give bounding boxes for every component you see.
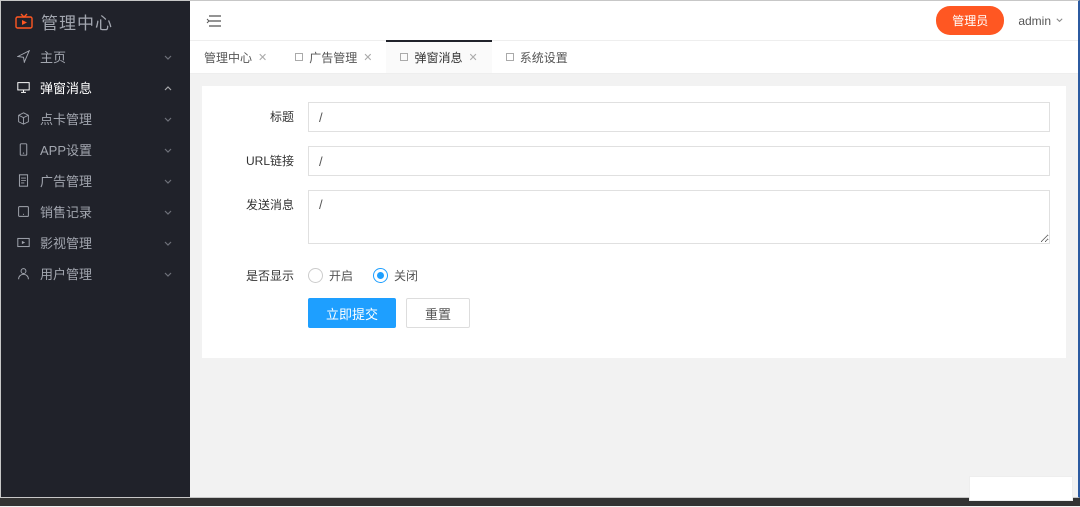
title-input[interactable] [308, 102, 1050, 132]
chevron-down-icon [163, 268, 175, 280]
form-row-url: URL链接 [218, 146, 1050, 176]
sidebar-item-card[interactable]: 点卡管理 [1, 103, 190, 134]
brand-icon [15, 13, 33, 29]
sidebar-item-label: 销售记录 [40, 202, 163, 221]
chevron-down-icon [163, 113, 175, 125]
sidebar-item-video[interactable]: 影视管理 [1, 227, 190, 258]
radio-on[interactable]: 开启 [308, 267, 353, 284]
tabs-bar: 管理中心 ✕ 广告管理 ✕ 弹窗消息 ✕ 系统设置 [190, 41, 1078, 74]
sidebar-collapse-icon[interactable] [204, 11, 224, 31]
show-radio-group: 开启 关闭 [308, 261, 1050, 284]
radio-off-label: 关闭 [394, 267, 418, 284]
reset-button[interactable]: 重置 [406, 298, 470, 328]
show-label: 是否显示 [218, 261, 308, 284]
phone-icon [16, 143, 30, 157]
sidebar-item-app[interactable]: APP设置 [1, 134, 190, 165]
tab-marker-icon [400, 53, 408, 61]
chevron-down-icon [163, 175, 175, 187]
bottom-strip [0, 498, 1080, 506]
tab-admin-center[interactable]: 管理中心 ✕ [190, 41, 281, 73]
tablet-icon [16, 205, 30, 219]
sidebar-item-home[interactable]: 主页 [1, 41, 190, 72]
submit-button[interactable]: 立即提交 [308, 298, 396, 328]
sidebar-item-label: 弹窗消息 [40, 78, 163, 97]
sidebar-item-label: 主页 [40, 47, 163, 66]
video-icon [16, 236, 30, 250]
chevron-down-icon [163, 237, 175, 249]
chevron-down-icon [163, 206, 175, 218]
brand-title: 管理中心 [41, 9, 113, 34]
form-row-buttons: 立即提交 重置 [218, 298, 1050, 328]
sidebar-item-sales[interactable]: 销售记录 [1, 196, 190, 227]
content-area: 标题 URL链接 发送消息 [190, 74, 1078, 497]
url-input[interactable] [308, 146, 1050, 176]
sidebar-menu: 主页 弹窗消息 点卡管理 APP设置 广告管理 [1, 41, 190, 497]
chevron-down-icon [163, 51, 175, 63]
msg-textarea[interactable] [308, 190, 1050, 244]
sidebar-item-popup[interactable]: 弹窗消息 [1, 72, 190, 103]
tab-label: 管理中心 [204, 49, 252, 66]
form-row-title: 标题 [218, 102, 1050, 132]
tab-system-settings[interactable]: 系统设置 [492, 41, 582, 73]
form-row-show: 是否显示 开启 关闭 [218, 261, 1050, 284]
tab-label: 广告管理 [309, 49, 357, 66]
tab-popup-msg[interactable]: 弹窗消息 ✕ [386, 41, 491, 73]
radio-circle-icon [308, 268, 323, 283]
sidebar-item-label: APP设置 [40, 140, 163, 159]
user-icon [16, 267, 30, 281]
sidebar-item-user[interactable]: 用户管理 [1, 258, 190, 289]
brand-logo: 管理中心 [1, 1, 190, 41]
user-menu[interactable]: admin [1018, 14, 1064, 28]
tab-label: 系统设置 [520, 49, 568, 66]
sidebar: 管理中心 主页 弹窗消息 点卡管理 APP设置 [1, 1, 190, 497]
role-badge: 管理员 [936, 6, 1004, 35]
chevron-up-icon [163, 82, 175, 94]
topbar: 管理员 admin [190, 1, 1078, 41]
tab-label: 弹窗消息 [414, 49, 462, 66]
sidebar-item-ad[interactable]: 广告管理 [1, 165, 190, 196]
user-name: admin [1018, 14, 1051, 28]
tab-marker-icon [506, 53, 514, 61]
radio-circle-icon [373, 268, 388, 283]
radio-off[interactable]: 关闭 [373, 267, 418, 284]
sidebar-item-label: 点卡管理 [40, 109, 163, 128]
close-icon[interactable]: ✕ [363, 51, 372, 64]
cube-icon [16, 112, 30, 126]
msg-label: 发送消息 [218, 190, 308, 247]
floating-box [969, 476, 1073, 501]
sidebar-item-label: 用户管理 [40, 264, 163, 283]
close-icon[interactable]: ✕ [468, 51, 477, 64]
chevron-down-icon [1055, 16, 1064, 25]
doc-icon [16, 174, 30, 188]
form-row-msg: 发送消息 [218, 190, 1050, 247]
sidebar-item-label: 影视管理 [40, 233, 163, 252]
tab-ad-manage[interactable]: 广告管理 ✕ [281, 41, 386, 73]
form-card: 标题 URL链接 发送消息 [202, 86, 1066, 358]
url-label: URL链接 [218, 146, 308, 176]
sidebar-item-label: 广告管理 [40, 171, 163, 190]
radio-on-label: 开启 [329, 267, 353, 284]
title-label: 标题 [218, 102, 308, 132]
chevron-down-icon [163, 144, 175, 156]
main-area: 管理员 admin 管理中心 ✕ 广告管理 ✕ 弹窗消息 ✕ [190, 1, 1078, 497]
monitor-icon [16, 81, 30, 95]
tab-marker-icon [295, 53, 303, 61]
plane-icon [16, 50, 30, 64]
close-icon[interactable]: ✕ [258, 51, 267, 64]
